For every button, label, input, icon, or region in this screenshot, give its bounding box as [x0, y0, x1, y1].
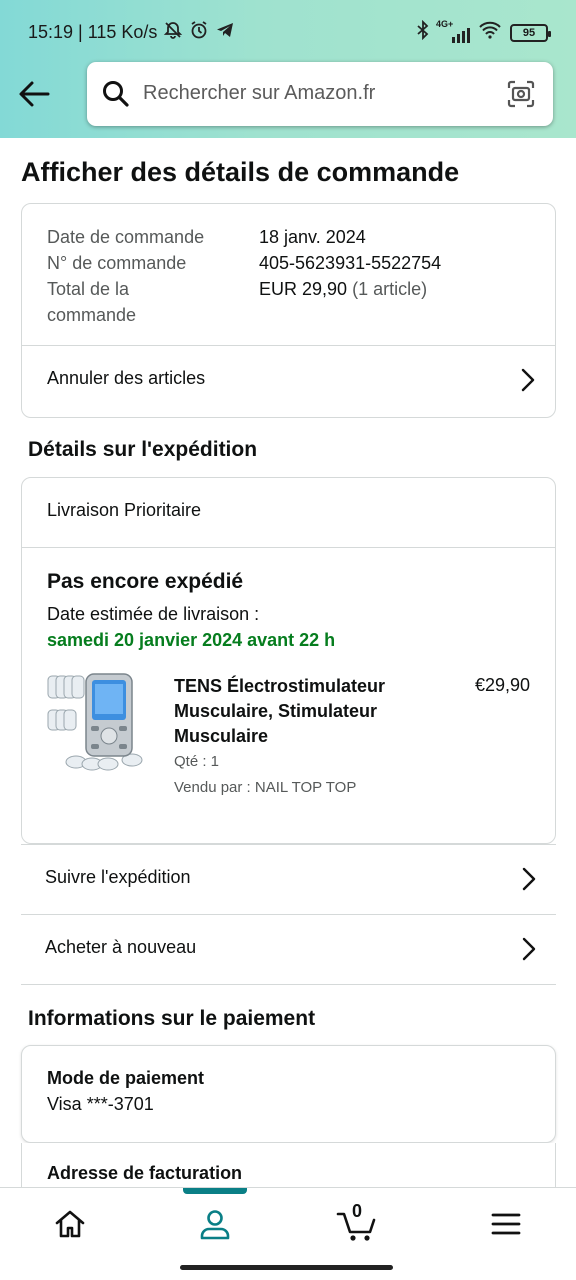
chevron-right-icon: [522, 867, 536, 896]
nav-menu-button[interactable]: [476, 1202, 536, 1246]
payment-method-card: Mode de paiement Visa ***-3701: [21, 1045, 556, 1143]
battery-icon: 95: [510, 23, 551, 42]
buy-again-label: Acheter à nouveau: [45, 937, 197, 957]
account-icon: [200, 1210, 230, 1240]
shipment-card: Livraison Prioritaire Pas encore expédié…: [21, 477, 556, 844]
order-summary-card: Date de commande 18 janv. 2024 N° de com…: [21, 203, 556, 418]
cart-count-badge: 0: [352, 1201, 363, 1221]
system-home-indicator[interactable]: [180, 1265, 393, 1270]
page-title: Afficher des détails de commande: [21, 157, 460, 187]
product-title-link[interactable]: TENS Électrostimulateur Musculaire, Stim…: [174, 674, 434, 749]
search-bar[interactable]: Rechercher sur Amazon.fr: [87, 62, 553, 126]
alarm-icon: [189, 20, 209, 45]
status-bar: 15:19 | 115 Ko/s 4G+ 95: [28, 18, 551, 48]
network-type-label: 4G+: [436, 18, 454, 29]
order-total-label-line1: Total de la: [47, 279, 130, 299]
cancel-items-button[interactable]: Annuler des articles: [22, 346, 555, 416]
order-number-label: N° de commande: [47, 253, 187, 273]
estimated-delivery-date: samedi 20 janvier 2024 avant 22 h: [47, 630, 336, 650]
telegram-icon: [215, 20, 235, 45]
back-arrow-icon: [19, 81, 50, 107]
home-icon: [55, 1210, 85, 1238]
wifi-icon: [478, 20, 502, 45]
bluetooth-icon: [416, 19, 430, 45]
battery-level: 95: [522, 26, 536, 39]
search-icon: [101, 79, 131, 114]
status-time-speed: 15:19 | 115 Ko/s: [28, 22, 158, 42]
shipping-section-title: Détails sur l'expédition: [28, 438, 258, 461]
nav-cart-button[interactable]: 0: [328, 1201, 388, 1246]
order-total-amount: EUR 29,90: [259, 279, 348, 299]
payment-method-value: Visa ***-3701: [47, 1094, 154, 1114]
chevron-right-icon: [522, 937, 536, 966]
divider: [22, 547, 555, 548]
payment-method-label: Mode de paiement: [47, 1068, 205, 1088]
order-date-label: Date de commande: [47, 227, 205, 247]
nav-home-button[interactable]: [40, 1202, 100, 1246]
product-price: €29,90: [474, 675, 530, 695]
track-shipment-label: Suivre l'expédition: [45, 867, 191, 887]
shipping-type: Livraison Prioritaire: [47, 500, 202, 520]
product-seller: Vendu par : NAIL TOP TOP: [174, 779, 357, 796]
back-button[interactable]: [14, 72, 54, 116]
product-quantity: Qté : 1: [174, 753, 220, 770]
nav-account-button[interactable]: [185, 1202, 245, 1246]
order-date-value: 18 janv. 2024: [259, 227, 366, 247]
bottom-navigation: 0: [0, 1187, 576, 1280]
active-tab-indicator: [183, 1188, 247, 1194]
divider: [21, 984, 556, 985]
order-total-value: EUR 29,90 (1 article): [259, 276, 427, 302]
estimated-delivery-label: Date estimée de livraison :: [47, 604, 260, 624]
payment-section-title: Informations sur le paiement: [28, 1007, 316, 1030]
chevron-right-icon: [521, 368, 535, 397]
billing-address-label: Adresse de facturation: [47, 1163, 243, 1183]
signal-icon: 4G+: [436, 19, 470, 43]
cancel-items-label: Annuler des articles: [47, 368, 206, 388]
search-input[interactable]: Rechercher sur Amazon.fr: [143, 82, 375, 105]
top-header: 15:19 | 115 Ko/s 4G+ 95 Rechercher sur A…: [0, 0, 576, 138]
buy-again-button[interactable]: Acheter à nouveau: [21, 914, 556, 984]
product-image[interactable]: [46, 670, 154, 776]
hamburger-menu-icon: [491, 1213, 521, 1235]
order-total-label-line2: commande: [47, 305, 137, 325]
order-number-value: 405-5623931-5522754: [259, 253, 442, 273]
camera-search-icon[interactable]: [505, 78, 537, 115]
track-shipment-button[interactable]: Suivre l'expédition: [21, 844, 556, 914]
order-item-count: (1 article): [352, 279, 428, 299]
mute-icon: [163, 20, 183, 45]
shipment-status: Pas encore expédié: [47, 570, 244, 593]
